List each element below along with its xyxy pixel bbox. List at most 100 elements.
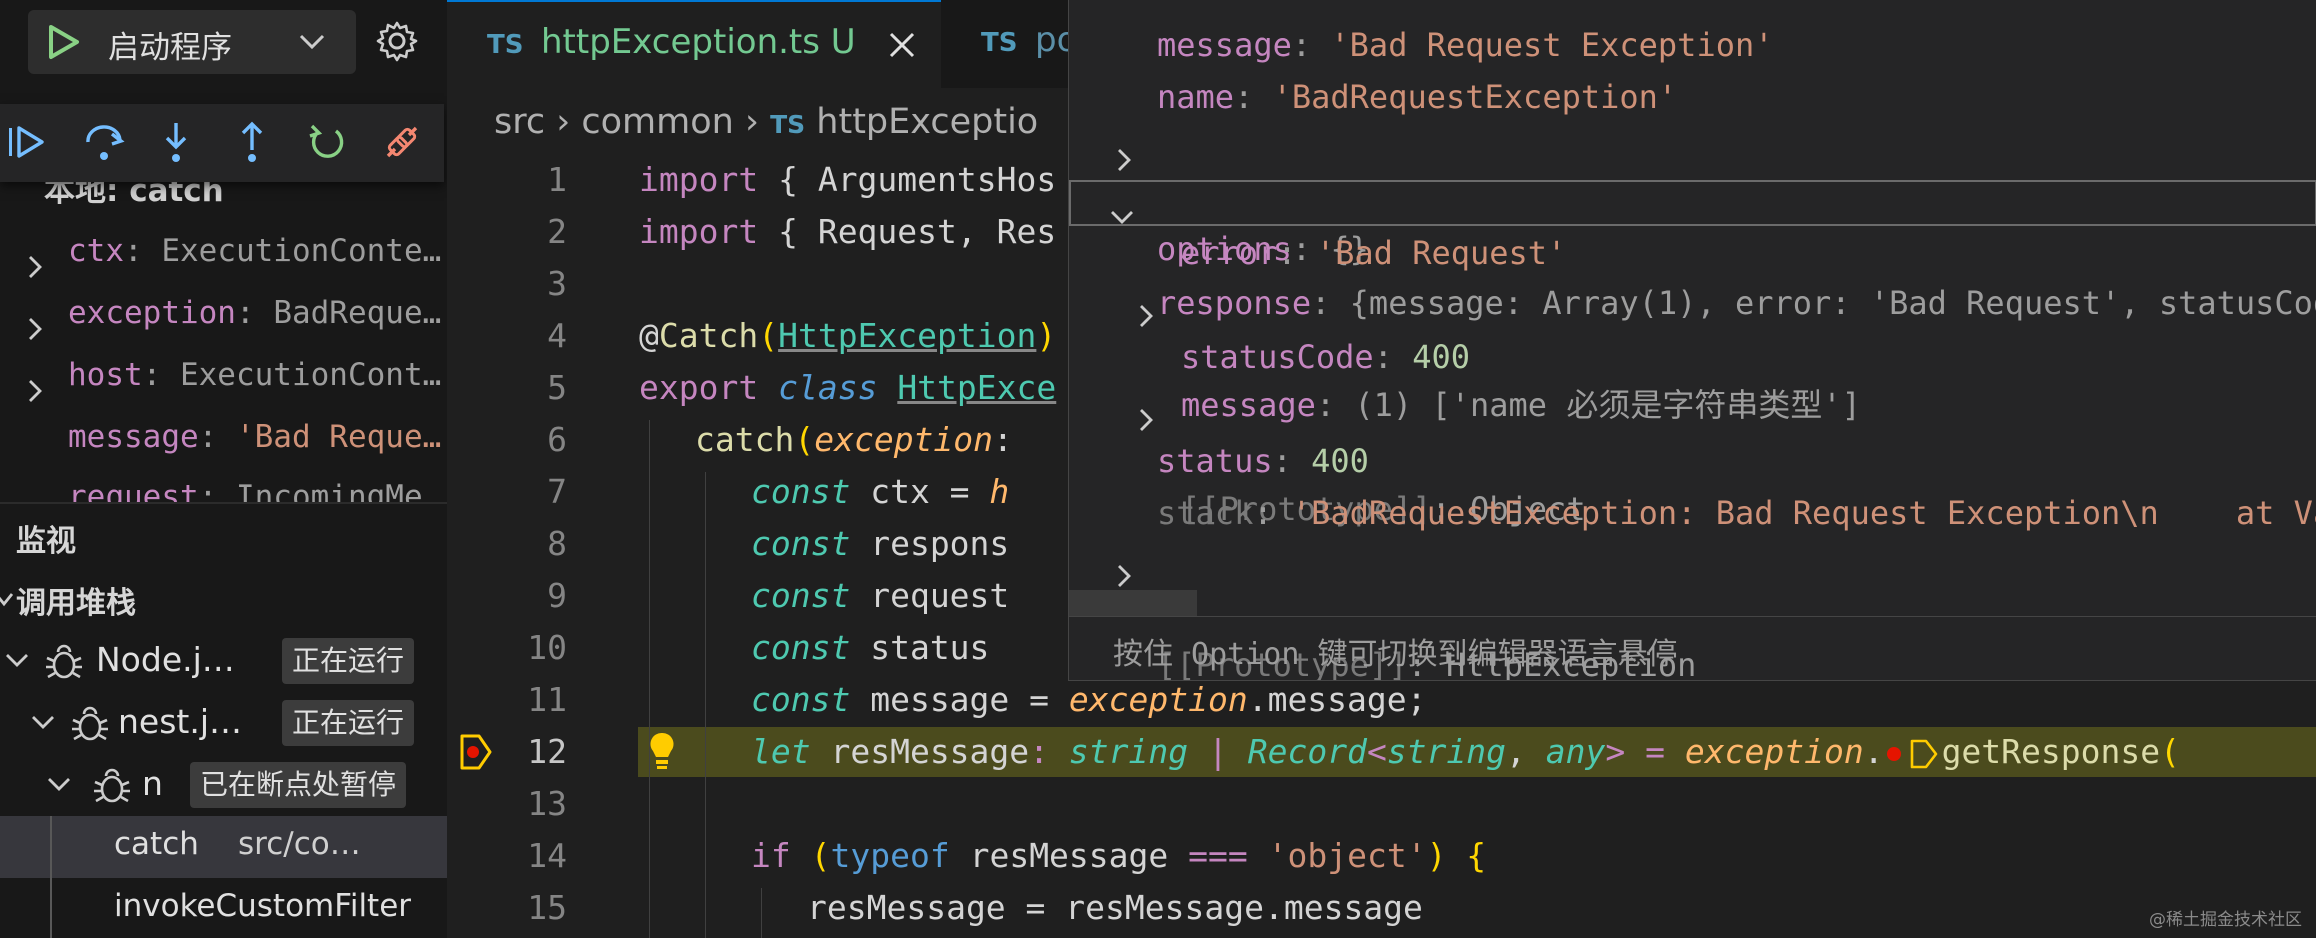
inline-breakpoint-marker[interactable] xyxy=(1884,739,1942,769)
launch-config-select[interactable]: 启动程序 xyxy=(28,10,356,74)
tab-status-badge: U xyxy=(830,22,856,62)
session-name: Node.j… xyxy=(96,640,235,679)
code-line-15: resMessage = resMessage.message xyxy=(807,888,1423,927)
hover-row[interactable]: statusCode: 400 xyxy=(1181,332,1470,382)
hover-row[interactable]: [[Prototype]]: HttpException xyxy=(1069,540,2316,680)
code-line-14: if (typeof resMessage === 'object') { xyxy=(751,836,1487,875)
callstack-frame-selected[interactable]: catch src/co… xyxy=(0,816,447,878)
indent-guide xyxy=(649,420,650,938)
step-out-icon[interactable] xyxy=(232,120,272,168)
chevron-down-icon[interactable] xyxy=(4,650,30,676)
code-line-1: import { ArgumentsHos xyxy=(639,160,1057,199)
callstack-session[interactable]: Node.j… 正在运行 xyxy=(0,630,447,692)
breadcrumb-item[interactable]: src xyxy=(494,102,545,142)
chevron-down-icon[interactable] xyxy=(296,26,328,62)
disconnect-icon[interactable] xyxy=(380,120,424,168)
indent-guide xyxy=(761,888,762,938)
variable-row[interactable]: message: 'Bad Reque… xyxy=(0,406,447,468)
hover-row[interactable]: [[Prototype]]: Object xyxy=(1069,384,2316,528)
line-number: 9 xyxy=(547,576,567,615)
continue-icon[interactable] xyxy=(6,120,46,168)
hover-row[interactable]: message: 'Bad Request Exception' xyxy=(1157,20,1774,70)
line-number: 3 xyxy=(547,264,567,303)
session-name: n xyxy=(142,764,163,803)
watermark: @稀土掘金技术社区 xyxy=(2149,910,2302,930)
launch-config-label: 启动程序 xyxy=(108,30,232,66)
watch-section-header[interactable]: 监视 xyxy=(16,516,76,560)
line-number: 11 xyxy=(527,680,567,719)
code-line-11: const message = exception.message; xyxy=(751,680,1427,719)
hover-row[interactable]: status: 400 xyxy=(1157,436,1369,486)
callstack-session[interactable]: nest.j… 正在运行 xyxy=(0,692,447,754)
code-line-9: const request xyxy=(751,576,1010,615)
variable-row[interactable]: host: ExecutionCont… xyxy=(0,344,447,406)
hover-row[interactable]: stack: 'BadRequestException: Bad Request… xyxy=(1157,488,2316,538)
breadcrumb: src › common › TS httpExceptio xyxy=(494,102,1038,142)
code-line-8: const respons xyxy=(751,524,1010,563)
hover-row[interactable]: name: 'BadRequestException' xyxy=(1157,72,1677,122)
variable-value: 'Bad Reque… xyxy=(235,419,442,455)
status-badge: 已在断点处暂停 xyxy=(190,762,407,808)
line-number: 7 xyxy=(547,472,567,511)
variable-row[interactable]: ctx: ExecutionConte… xyxy=(0,220,447,282)
section-divider xyxy=(0,502,447,504)
code-line-10: const status xyxy=(751,628,990,667)
callstack-section-header[interactable]: 调用堆栈 xyxy=(16,578,136,622)
code-line-2: import { Request, Res xyxy=(639,212,1057,251)
code-line-12: let resMessage: string | Record<string, … xyxy=(751,732,2180,771)
hover-horizontal-scrollbar[interactable] xyxy=(1069,590,1197,616)
tab-httpexception[interactable]: TS httpException.ts U xyxy=(447,0,941,88)
callstack-frame[interactable]: invokeCustomFilter xyxy=(0,878,447,938)
hover-row[interactable]: error: 'Bad Request' xyxy=(1181,228,1566,278)
variable-row[interactable]: exception: BadReque… xyxy=(0,282,447,344)
chevron-right-icon[interactable] xyxy=(1135,397,1157,447)
hover-status-bar: 按住 Option 键可切换到编辑器语言悬停 xyxy=(1069,616,2316,680)
restart-icon[interactable] xyxy=(306,120,348,168)
code-line-4: @Catch(HttpException) xyxy=(639,316,1057,355)
line-number: 15 xyxy=(527,888,567,927)
line-number: 6 xyxy=(547,420,567,459)
frame-path: src/co… xyxy=(238,826,361,862)
variable-name: message xyxy=(68,419,199,455)
line-number: 2 xyxy=(547,212,567,251)
play-icon[interactable] xyxy=(46,24,80,64)
chevron-down-icon[interactable] xyxy=(1109,193,1135,243)
variable-value: IncomingMe… xyxy=(235,479,442,504)
hover-row[interactable]: message: (1) ['name 必须是字符串类型'] xyxy=(1069,280,2316,424)
step-over-icon[interactable] xyxy=(82,120,126,168)
close-icon[interactable] xyxy=(887,30,917,64)
variable-name: request xyxy=(68,479,199,504)
tab-label: httpException.ts U xyxy=(541,22,856,62)
code-line-5: export class HttpExce xyxy=(639,368,1057,407)
chevron-right-icon[interactable] xyxy=(1135,293,1157,343)
line-number: 13 xyxy=(527,784,567,823)
typescript-file-icon: TS xyxy=(981,28,1018,58)
typescript-file-icon: TS xyxy=(487,30,524,60)
variable-row-clipped[interactable]: request: IncomingMe… xyxy=(0,466,447,504)
hover-row-selected[interactable]: response: {message: Array(1), error: 'Ba… xyxy=(1069,178,2316,322)
chevron-down-icon[interactable] xyxy=(30,712,56,738)
variable-name: host xyxy=(68,357,143,393)
debug-sidebar: 启动程序 本地: catch ctx: ExecutionConte… exce… xyxy=(0,0,447,938)
breadcrumb-item[interactable]: httpExceptio xyxy=(816,102,1038,142)
variable-value: BadReque… xyxy=(273,295,442,331)
breakpoint-current-icon[interactable] xyxy=(459,732,493,776)
lightbulb-icon[interactable] xyxy=(647,730,677,776)
status-badge: 正在运行 xyxy=(282,700,415,746)
debug-hover-widget[interactable]: message: 'Bad Request Exception' name: '… xyxy=(1068,0,2316,681)
variable-value: ExecutionCont… xyxy=(179,357,442,393)
gear-icon[interactable] xyxy=(376,20,418,66)
frame-function: catch xyxy=(114,826,199,862)
indent-guide xyxy=(705,472,706,938)
status-badge: 正在运行 xyxy=(282,638,415,684)
session-name: nest.j… xyxy=(118,702,243,741)
variable-value: ExecutionConte… xyxy=(161,233,442,269)
frame-function: invokeCustomFilter xyxy=(114,888,412,924)
chevron-down-icon[interactable] xyxy=(46,774,72,800)
breadcrumb-item[interactable]: common xyxy=(581,102,733,142)
chevron-down-icon[interactable] xyxy=(0,586,14,616)
callstack-session[interactable]: n 已在断点处暂停 xyxy=(0,754,447,816)
hover-row[interactable]: options: {} xyxy=(1069,124,2316,268)
typescript-file-icon: TS xyxy=(770,110,806,139)
step-into-icon[interactable] xyxy=(156,120,196,168)
